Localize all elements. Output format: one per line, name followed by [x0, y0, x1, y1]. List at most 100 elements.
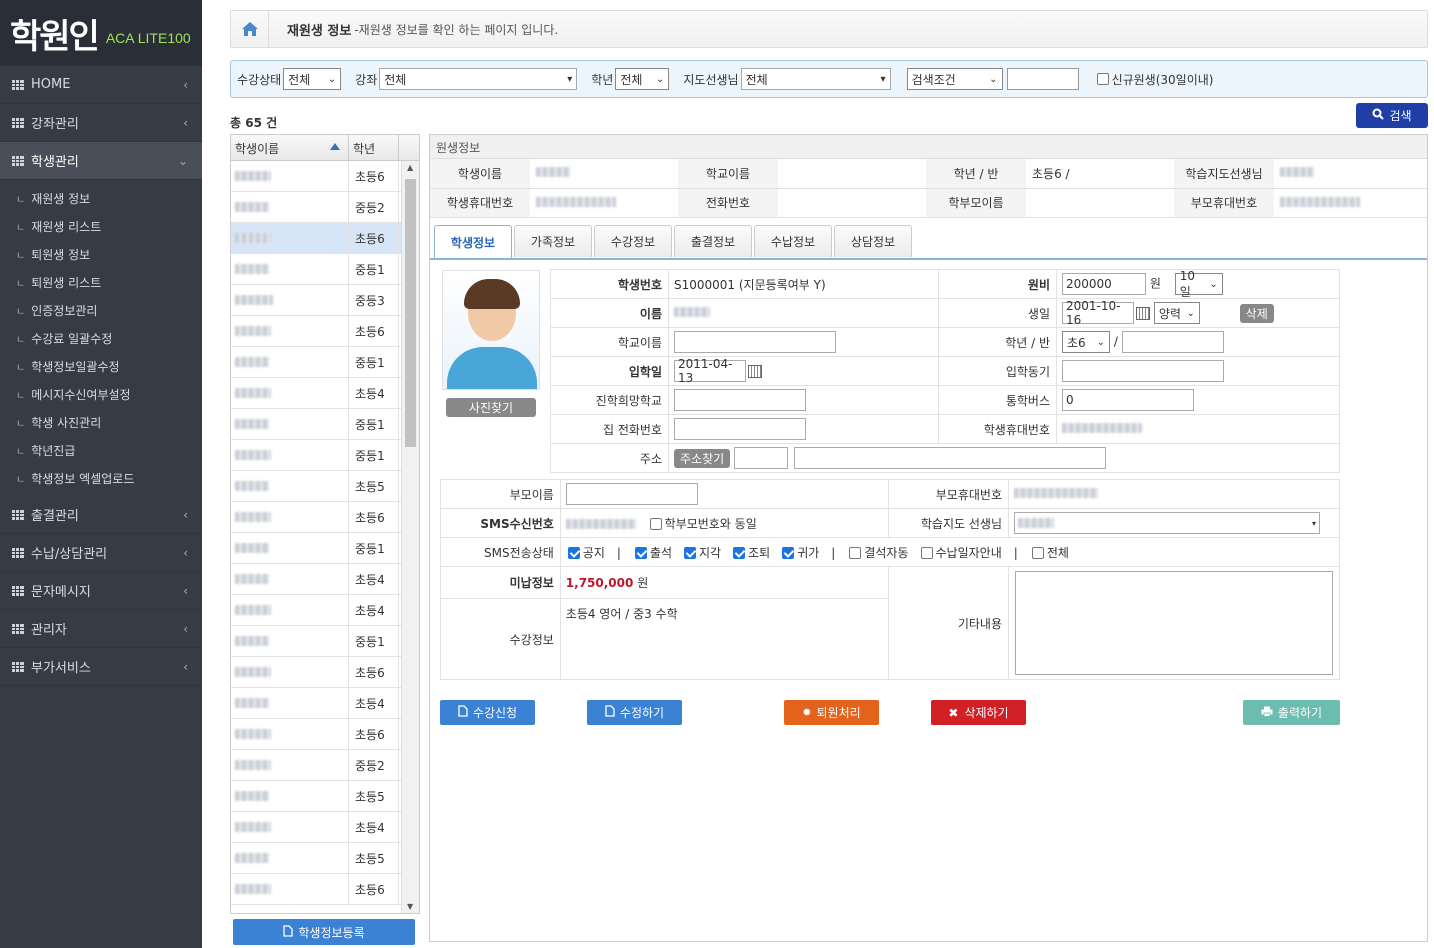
sms-option-checkbox[interactable] — [567, 547, 580, 559]
find-photo-button[interactable]: 사진찾기 — [446, 398, 536, 417]
fee-day-select[interactable]: 10일 ⌄ — [1174, 269, 1223, 299]
list-item[interactable]: 초등4 — [231, 564, 419, 595]
sub-item[interactable]: ㄴ 학생정보일괄수정 — [0, 352, 202, 380]
condition-select[interactable]: 검색조건 ⌄ — [906, 68, 1003, 90]
parent-phone-value[interactable] — [1008, 479, 1340, 509]
name-field[interactable] — [668, 298, 939, 328]
sidebar-item-admin[interactable]: 관리자 ‹ — [0, 610, 202, 648]
scroll-up-icon[interactable]: ▲ — [407, 163, 413, 172]
list-item[interactable]: 중등2 — [231, 750, 419, 781]
home-tel-input[interactable] — [674, 418, 806, 440]
list-item[interactable]: 중등1 — [231, 347, 419, 378]
sub-item[interactable]: ㄴ 수강료 일괄수정 — [0, 324, 202, 352]
list-item[interactable]: 초등4 — [231, 688, 419, 719]
memo-textarea[interactable] — [1015, 571, 1333, 675]
sub-item[interactable]: ㄴ 퇴원생 리스트 — [0, 268, 202, 296]
sms-option-checkbox[interactable] — [1031, 547, 1044, 559]
teacher-select[interactable]: 전체 ▾ — [740, 68, 891, 90]
tab-student-info[interactable]: 학생정보 — [434, 225, 512, 259]
grade-select[interactable]: 초6 ⌄ — [1062, 331, 1110, 353]
sub-item[interactable]: ㄴ 메시지수신여부설정 — [0, 380, 202, 408]
scroll-down-icon[interactable]: ▼ — [407, 902, 413, 911]
tab-payment-info[interactable]: 수납정보 — [754, 225, 832, 257]
sub-item[interactable]: ㄴ 재원생 정보 — [0, 184, 202, 212]
list-item[interactable]: 초등6 — [231, 316, 419, 347]
list-item[interactable]: 초등6 — [231, 657, 419, 688]
tab-course-info[interactable]: 수강정보 — [594, 225, 672, 257]
school-input[interactable] — [674, 331, 836, 353]
list-item[interactable]: 초등4 — [231, 812, 419, 843]
list-item[interactable]: 초등6 — [231, 874, 419, 905]
sms-option-checkbox[interactable] — [849, 547, 862, 559]
list-item[interactable]: 초등5 — [231, 781, 419, 812]
list-item[interactable]: 중등2 — [231, 192, 419, 223]
scroll-thumb[interactable] — [405, 179, 416, 447]
tab-family-info[interactable]: 가족정보 — [514, 225, 592, 257]
sms-number-value[interactable] — [565, 519, 636, 529]
sidebar-item-course[interactable]: 강좌관리 ‹ — [0, 104, 202, 142]
sub-item[interactable]: ㄴ 퇴원생 정보 — [0, 240, 202, 268]
new-student-checkbox[interactable] — [1096, 73, 1109, 85]
list-item[interactable]: 초등4 — [231, 595, 419, 626]
header-grade[interactable]: 학년 — [349, 135, 399, 160]
birth-input[interactable]: 2001-10-16 — [1062, 299, 1134, 327]
calendar-icon[interactable] — [748, 364, 762, 378]
list-item[interactable]: 초등6 — [231, 719, 419, 750]
print-button[interactable]: 출력하기 — [1243, 700, 1340, 725]
mobile-value[interactable] — [1056, 414, 1340, 444]
address-input[interactable] — [793, 447, 1106, 469]
status-select[interactable]: 전체 ⌄ — [283, 68, 342, 90]
calendar-icon[interactable] — [1136, 306, 1150, 320]
find-address-button[interactable]: 주소찾기 — [674, 448, 731, 468]
tab-attendance-info[interactable]: 출결정보 — [674, 225, 752, 257]
edit-button[interactable]: 수정하기 — [587, 700, 682, 725]
list-item[interactable]: 중등1 — [231, 254, 419, 285]
entry-date-input[interactable]: 2011-04-13 — [674, 357, 746, 385]
list-item[interactable]: 중등1 — [231, 533, 419, 564]
bus-input[interactable]: 0 — [1062, 389, 1194, 411]
sub-item[interactable]: ㄴ 학생정보 엑셀업로드 — [0, 464, 202, 492]
sub-item[interactable]: ㄴ 인증정보관리 — [0, 296, 202, 324]
sub-item[interactable]: ㄴ 학생 사진관리 — [0, 408, 202, 436]
hope-school-input[interactable] — [674, 389, 806, 411]
grade-select[interactable]: 전체 ⌄ — [615, 68, 670, 90]
list-item[interactable]: 초등6 — [231, 161, 419, 192]
sidebar-item-attendance[interactable]: 출결관리 ‹ — [0, 496, 202, 534]
sub-item[interactable]: ㄴ 학년진급 — [0, 436, 202, 464]
search-input[interactable] — [1006, 68, 1079, 90]
list-item[interactable]: 중등3 — [231, 285, 419, 316]
class-input[interactable] — [1121, 331, 1224, 353]
apply-course-button[interactable]: 수강신청 — [440, 700, 535, 725]
list-item[interactable]: 초등6 — [231, 502, 419, 533]
parent-name-input[interactable] — [565, 483, 698, 505]
home-icon[interactable] — [231, 11, 269, 47]
search-button[interactable]: 검색 — [1356, 103, 1428, 128]
list-item[interactable]: 중등1 — [231, 409, 419, 440]
birth-delete-button[interactable]: 삭제 — [1239, 303, 1274, 323]
sidebar-item-student[interactable]: 학생관리 ⌄ — [0, 142, 202, 180]
list-item[interactable]: 초등5 — [231, 471, 419, 502]
sub-item[interactable]: ㄴ 재원생 리스트 — [0, 212, 202, 240]
delete-button[interactable]: ✖ 삭제하기 — [931, 700, 1026, 725]
list-item[interactable]: 초등5 — [231, 843, 419, 874]
motive-input[interactable] — [1062, 360, 1224, 382]
sidebar-item-extra[interactable]: 부가서비스 ‹ — [0, 648, 202, 686]
calendar-type-select[interactable]: 양력 ⌄ — [1153, 302, 1200, 324]
sms-option-checkbox[interactable] — [733, 547, 746, 559]
logo[interactable]: 학원인 ACA LITE100 — [0, 0, 202, 66]
zipcode-input[interactable] — [734, 447, 788, 469]
withdraw-button[interactable]: ✹ 퇴원처리 — [784, 700, 879, 725]
study-teacher-select[interactable]: ▾ — [1014, 512, 1320, 534]
list-item[interactable]: 초등4 — [231, 378, 419, 409]
list-item[interactable]: 초등6 — [231, 223, 419, 254]
register-student-button[interactable]: 학생정보등록 — [233, 919, 415, 945]
same-parent-checkbox[interactable] — [649, 518, 662, 530]
list-item[interactable]: 중등1 — [231, 626, 419, 657]
list-scrollbar[interactable]: ▲ ▼ — [401, 161, 419, 913]
sms-option-checkbox[interactable] — [782, 547, 795, 559]
sidebar-item-sms[interactable]: 문자메시지 ‹ — [0, 572, 202, 610]
sms-option-checkbox[interactable] — [920, 547, 933, 559]
sidebar-item-home[interactable]: HOME ‹ — [0, 66, 202, 104]
course-select[interactable]: 전체 ▾ — [379, 68, 578, 90]
fee-input[interactable]: 200000 — [1062, 273, 1146, 295]
